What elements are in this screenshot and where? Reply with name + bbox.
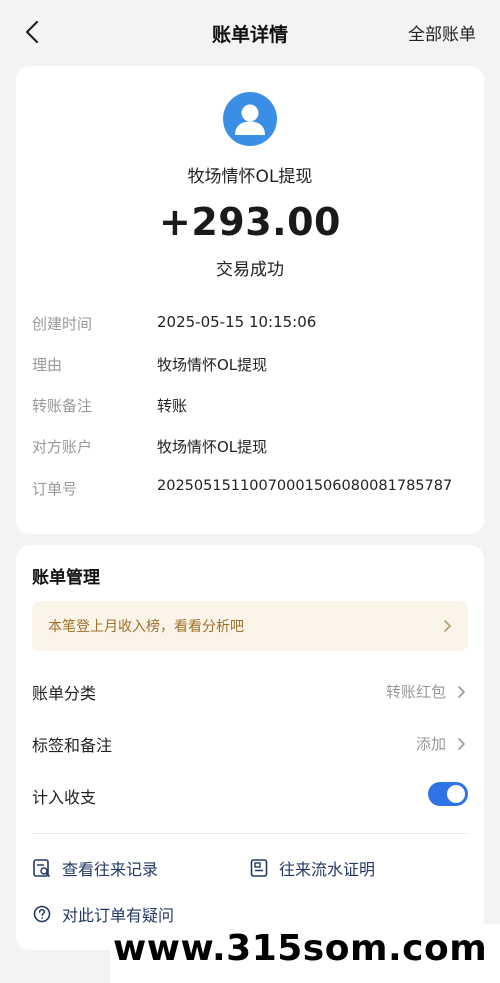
detail-value: 牧场情怀OL提现 [157, 438, 268, 456]
detail-label: 订单号 [32, 480, 78, 498]
order-number-value[interactable]: 2025051511007000150608008178578​7 [157, 478, 452, 494]
top-bar: 账单详情 全部账单 [0, 0, 500, 66]
income-rank-banner[interactable]: 本笔登上月收入榜，看看分析吧 [32, 601, 468, 651]
back-arrow-icon[interactable] [20, 18, 48, 46]
link-label: 对此订单有疑问 [62, 906, 175, 925]
avatar [223, 92, 277, 146]
detail-label: 转账备注 [32, 397, 93, 415]
watermark-text: www.315som.com [113, 928, 488, 969]
detail-value: 牧场情怀OL提现 [157, 356, 268, 374]
transaction-card: 牧场情怀OL提现 +293.00 交易成功 创建时间 2025-05-15 10… [16, 66, 484, 534]
bill-category-row[interactable]: 账单分类 转账红包 [32, 676, 468, 706]
counterparty-name: 牧场情怀OL提现 [187, 167, 313, 187]
watermark: www.315som.com [110, 924, 500, 983]
row-label: 账单分类 [32, 684, 97, 703]
detail-row-order-number: 订单号 2025051511007000150608008178578​7 [32, 478, 472, 502]
user-icon [235, 104, 265, 135]
detail-row-reason: 理由 牧场情怀OL提现 [32, 354, 472, 378]
detail-value: 转账 [157, 397, 188, 415]
include-in-budget-row: 计入收支 [32, 780, 468, 810]
document-icon [250, 859, 268, 877]
row-value: 添加 [415, 735, 446, 753]
detail-row-created-time: 创建时间 2025-05-15 10:15:06 [32, 313, 472, 337]
chevron-right-icon [444, 620, 451, 632]
page-title: 账单详情 [211, 23, 288, 46]
toggle-knob [447, 785, 465, 803]
detail-label: 对方账户 [32, 438, 93, 456]
row-value: 转账红包 [385, 683, 446, 701]
tags-notes-row[interactable]: 标签和备注 添加 [32, 728, 468, 758]
detail-label: 创建时间 [32, 315, 93, 333]
detail-value: 2025-05-15 10:15:06 [157, 313, 317, 331]
transaction-amount: +293.00 [159, 200, 341, 244]
link-label: 查看往来记录 [62, 860, 159, 879]
bill-management-card: 账单管理 本笔登上月收入榜，看看分析吧 账单分类 转账红包 标签和备注 添加 计… [16, 545, 484, 950]
link-label: 往来流水证明 [279, 860, 376, 879]
divider [32, 833, 468, 834]
detail-row-counterparty-account: 对方账户 牧场情怀OL提现 [32, 436, 472, 460]
banner-text: 本笔登上月收入榜，看看分析吧 [48, 619, 244, 635]
row-label: 计入收支 [32, 788, 97, 807]
detail-row-transfer-note: 转账备注 转账 [32, 395, 472, 419]
include-in-budget-toggle[interactable] [428, 782, 468, 806]
view-history-link[interactable]: 查看往来记录 [32, 855, 158, 881]
question-circle-icon [33, 905, 51, 923]
record-search-icon [33, 859, 50, 877]
detail-label: 理由 [32, 356, 63, 374]
section-title: 账单管理 [32, 568, 100, 588]
all-bills-link[interactable]: 全部账单 [408, 20, 476, 45]
chevron-right-icon [458, 738, 465, 750]
transaction-status: 交易成功 [216, 260, 284, 280]
row-label: 标签和备注 [32, 736, 113, 755]
transaction-proof-link[interactable]: 往来流水证明 [249, 855, 375, 881]
chevron-right-icon [458, 686, 465, 698]
